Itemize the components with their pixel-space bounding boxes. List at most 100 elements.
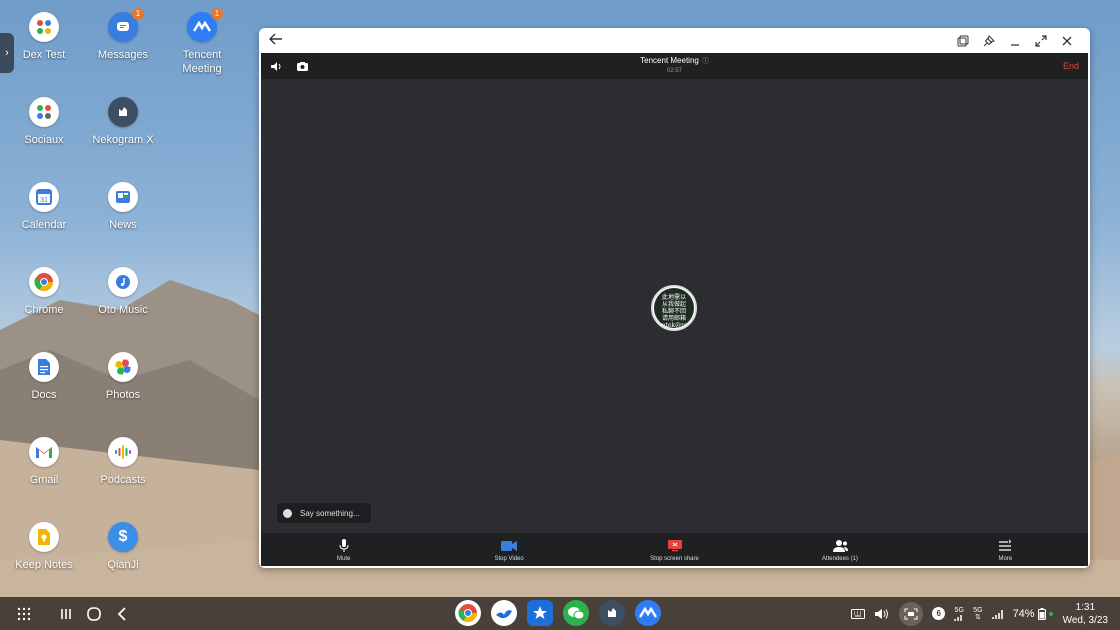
pin-icon[interactable] [976,30,1002,52]
end-meeting-button[interactable]: End [1063,61,1079,71]
meeting-stage: Tencent Meeting ⓘ 02:57 End 此地需以 从我做起 私聊不… [261,53,1088,566]
meeting-title: Tencent Meeting [640,56,699,65]
desktop-icon-nekogram[interactable]: Nekogram X [83,97,163,147]
clock[interactable]: 1:31 Wed, 3/23 [1063,601,1108,627]
nekogram-icon [108,97,138,127]
desktop-icon-calendar[interactable]: 31 Calendar [4,182,84,232]
meeting-toolbar: Mute Stop Video Stop screen share Attend… [261,533,1088,566]
stop-video-button[interactable]: Stop Video [426,533,591,566]
desktop-icon-messages[interactable]: 1 Messages [83,8,163,62]
back-icon[interactable] [108,600,136,628]
clock-date: Wed, 3/23 [1062,614,1108,626]
messages-icon: 1 [108,8,144,42]
desktop-icon-label: Nekogram X [92,134,154,146]
meeting-window: Tencent Meeting ⓘ 02:57 End 此地需以 从我做起 私聊不… [259,28,1090,568]
window-title-bar[interactable] [259,28,1090,53]
notification-count[interactable]: 6 [932,607,946,620]
desktop-icon-label: Oto Music [98,304,148,316]
desktop-icon-label: Tencent Meeting [182,49,222,75]
desktop-icon-label: Gmail [29,474,59,486]
screen-capture-icon[interactable] [899,601,924,626]
stop-screen-share-button[interactable]: Stop screen share [592,533,757,566]
microphone-icon [338,538,350,554]
desktop-icon-sociaux[interactable]: Sociaux [4,97,84,147]
desktop-icon-chrome[interactable]: Chrome [4,267,84,317]
desktop-icon-photos[interactable]: Photos [83,352,163,402]
keyboard-icon[interactable] [851,608,866,619]
desktop-icon-label: Calendar [21,219,67,231]
recent-apps-icon[interactable] [52,600,80,628]
mute-button[interactable]: Mute [261,533,426,566]
photos-icon [108,352,138,382]
news-icon [108,182,138,212]
video-camera-icon [500,538,518,554]
desktop-icon-qianji[interactable]: $ QianJi [83,522,163,572]
desktop-icon-keep-notes[interactable]: Keep Notes [4,522,84,572]
desktop-icon-gmail[interactable]: Gmail [4,437,84,487]
notification-badge: 1 [211,8,223,20]
tencent-meeting-icon[interactable] [635,600,661,626]
battery-icon [1037,607,1046,620]
desktop-icon-label: Podcasts [100,474,146,486]
calendar-icon: 31 [29,182,59,212]
info-icon[interactable]: ⓘ [702,58,709,65]
desktop-icon-news[interactable]: News [83,182,163,232]
nekogram-icon[interactable] [599,600,625,626]
more-menu-icon [998,538,1012,554]
desktop-icon-podcasts[interactable]: Podcasts [83,437,163,487]
attendees-icon [831,538,849,554]
desktop-icon-label: Photos [105,389,141,401]
qianji-icon: $ [108,522,138,552]
more-button[interactable]: More [923,533,1088,566]
maximize-icon[interactable] [1028,30,1054,52]
desktop-icon-label: Chrome [24,304,64,316]
desktop-icon-dex-test[interactable]: Dex Test [4,12,84,62]
emoji-icon[interactable] [283,508,292,518]
close-icon[interactable] [1054,30,1080,52]
desktop-icon-label: Keep Notes [15,559,73,571]
notification-badge: 1 [132,8,144,20]
keep-icon [29,522,59,552]
desktop-icon-label: Dex Test [22,49,66,61]
participant-avatar[interactable]: 此地需以 从我做起 私聊不回 请用邮箱 himtek@pu... [651,285,697,331]
desktop-icon-tencent-meeting[interactable]: 1 Tencent Meeting [162,8,242,76]
minimize-icon[interactable] [1002,30,1028,52]
home-icon[interactable] [80,600,108,628]
docs-icon [29,352,59,382]
chrome-icon [29,267,59,297]
desktop-icon-label: News [109,219,137,231]
chrome-icon[interactable] [455,600,481,626]
screen-share-icon [667,538,683,554]
desktop-icon-oto-music[interactable]: Oto Music [83,267,163,317]
volume-icon[interactable] [874,608,890,620]
music-icon [108,267,138,297]
gmail-icon [29,437,59,467]
bird-app-icon[interactable] [491,600,517,626]
podcasts-icon [108,437,138,467]
chat-input[interactable]: Say something... [277,503,371,523]
folder-grid-icon [29,97,59,127]
meeting-top-bar: Tencent Meeting ⓘ 02:57 End [261,53,1088,79]
network-5g-icon: 5G ⇅ [973,606,983,621]
back-arrow-icon[interactable] [269,32,289,50]
desktop-icon-docs[interactable]: Docs [4,352,84,402]
calendar-day: 31 [40,197,48,204]
chat-placeholder: Say something... [300,508,360,518]
attendees-button[interactable]: Attendees (1) [757,533,922,566]
desktop-icon-label: QianJi [107,559,139,571]
folder-grid-icon [29,12,59,42]
star-app-icon[interactable] [527,600,553,626]
clock-time: 1:31 [1075,601,1096,613]
signal-icon [991,609,1004,619]
desktop-icon-label: Sociaux [24,134,64,146]
wechat-icon[interactable] [563,600,589,626]
meeting-timer: 02:57 [666,68,682,74]
desktop-icon-label: Messages [97,49,149,61]
tencent-meeting-icon: 1 [187,8,223,42]
app-drawer-icon[interactable] [10,600,38,628]
battery-level: 74% [1012,607,1035,620]
avatar-image: 此地需以 从我做起 私聊不回 请用邮箱 himtek@pu... [654,288,695,329]
taskbar: 6 5G 5G ⇅ 74% 1:31 Wed, 3/23 [0,597,1120,630]
pop-out-window-icon[interactable] [950,30,976,52]
desktop-icon-label: Docs [31,389,57,401]
